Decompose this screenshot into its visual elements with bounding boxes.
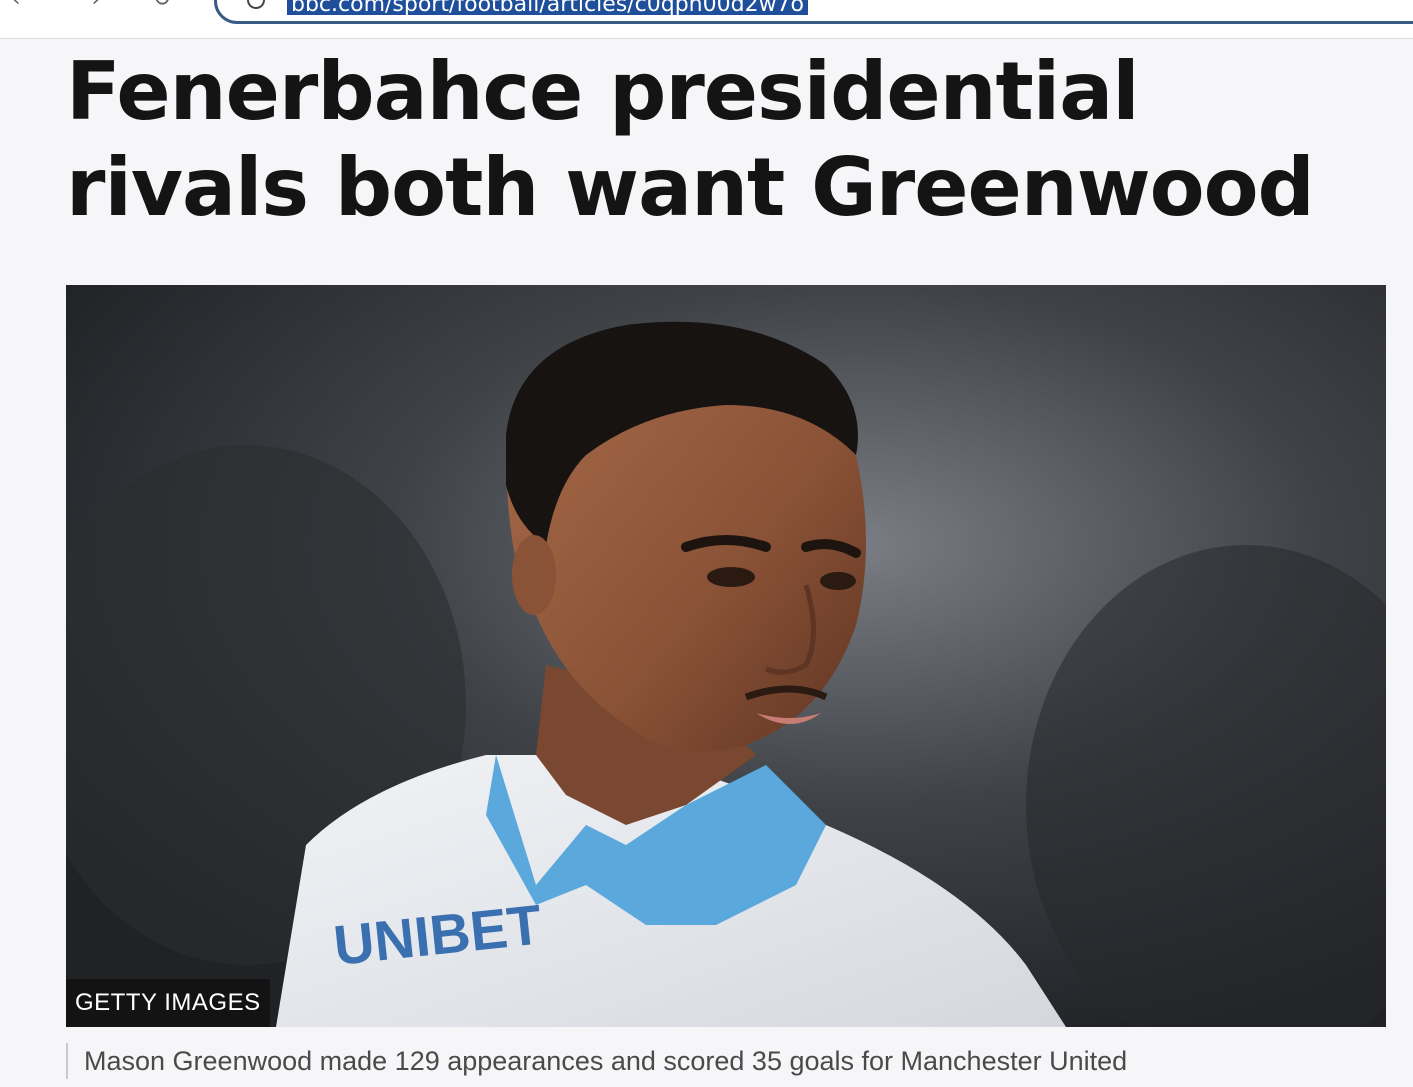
browser-toolbar: ‹ › ↻ bbc.com/sport/football/articles/c0…: [0, 0, 1413, 39]
article-headline: Fenerbahce presidential rivals both want…: [66, 45, 1315, 234]
player-photo: UNIBET: [66, 285, 1386, 1027]
image-caption: Mason Greenwood made 129 appearances and…: [66, 1043, 1127, 1079]
reload-icon[interactable]: ↻: [150, 0, 174, 11]
article-image: UNIBET GETTY IMAGES: [66, 285, 1386, 1027]
site-info-icon[interactable]: [247, 0, 265, 9]
back-arrow-icon[interactable]: ‹: [4, 0, 28, 11]
address-bar[interactable]: bbc.com/sport/football/articles/c0qpn00d…: [214, 0, 1413, 24]
eye-right: [820, 572, 856, 590]
image-credit: GETTY IMAGES: [66, 979, 270, 1027]
url-text[interactable]: bbc.com/sport/football/articles/c0qpn00d…: [287, 0, 809, 15]
ear: [512, 535, 556, 615]
forward-arrow-icon[interactable]: ›: [84, 0, 108, 11]
eye-left: [707, 567, 755, 587]
